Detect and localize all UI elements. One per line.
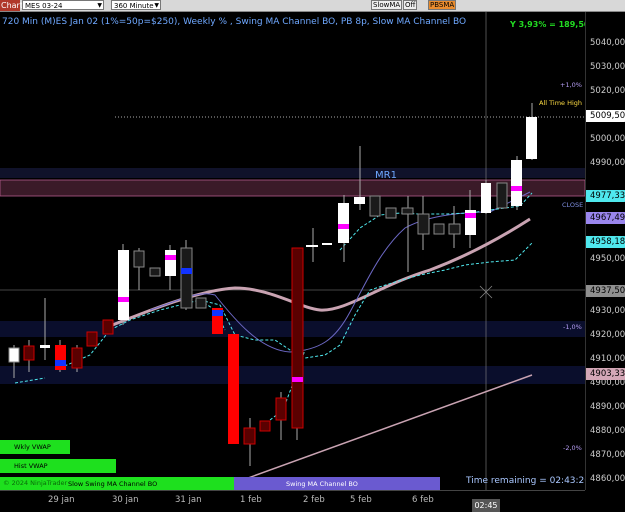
- price-tick: 5030,00: [590, 62, 625, 72]
- swing-legend: Swing MA Channel BO: [234, 477, 440, 491]
- date-tick: 6 feb: [412, 495, 434, 505]
- percent-readout: Y 3,93% = 189,50: [510, 20, 590, 29]
- minus1-label: -1,0%: [563, 323, 582, 331]
- mr1-label: MR1: [375, 170, 397, 181]
- swing-ma-tag: 4967,49: [586, 212, 625, 224]
- price-tick: 4880,00: [590, 426, 625, 436]
- price-tick: 4910,00: [590, 354, 625, 364]
- chart-menu-button[interactable]: Chart: [0, 0, 23, 11]
- crosshair-price-tag: 4937,50: [586, 285, 625, 297]
- date-tick: 2 feb: [303, 495, 325, 505]
- price-tick: 4890,00: [590, 402, 625, 412]
- price-tick: 4870,00: [590, 450, 625, 460]
- upper-channel-tag: 4977,33: [586, 190, 625, 202]
- slowma-button[interactable]: SlowMA: [371, 0, 403, 10]
- chevron-down-icon: ▼: [97, 2, 102, 9]
- price-tick: 5040,00: [590, 38, 625, 48]
- copyright-text: © 2024 NinjaTrader: [3, 479, 68, 487]
- instrument-value: MES 03-24: [25, 2, 63, 10]
- price-axis[interactable]: 5040,00 5030,00 5020,00 5000,00 4990,00 …: [585, 12, 625, 490]
- pbsma-button[interactable]: PBSMA: [428, 0, 457, 10]
- date-tick: 30 jan: [112, 495, 139, 505]
- instrument-select[interactable]: MES 03-24 ▼: [22, 0, 104, 10]
- crosshair-time-tag: 02:45: [472, 499, 500, 512]
- price-tick: 4950,00: [590, 254, 625, 264]
- trendline-tag: 4903,33: [586, 368, 625, 380]
- off-toggle[interactable]: Off: [403, 0, 418, 10]
- date-tick: 5 feb: [350, 495, 372, 505]
- date-tick: 31 jan: [175, 495, 202, 505]
- trendline: [214, 374, 533, 490]
- minus2-label: -2,0%: [563, 444, 582, 452]
- price-tick: 5000,00: [590, 134, 625, 144]
- wkly-vwap-legend: Wkly VWAP: [0, 440, 70, 454]
- price-chart[interactable]: [0, 12, 585, 490]
- time-remaining: Time remaining = 02:43:26: [466, 476, 591, 486]
- chart-toolbar: Chart MES 03-24 ▼ 360 Minute ▼ SlowMA Of…: [0, 0, 625, 12]
- ath-label: All Time High: [539, 99, 583, 107]
- chevron-down-icon: ▼: [154, 2, 159, 9]
- hist-vwap-legend: Hist VWAP: [0, 459, 116, 473]
- chart-title: 720 Min (M)ES Jan 02 (1%=50p=$250), Week…: [2, 17, 467, 27]
- date-tick: 29 jan: [48, 495, 75, 505]
- interval-value: 360 Minute: [114, 2, 154, 10]
- interval-select[interactable]: 360 Minute ▼: [111, 0, 161, 10]
- upper-band: [0, 168, 585, 178]
- lower-channel-tag: 4958,18: [586, 236, 625, 248]
- candlesticks: [8, 103, 537, 466]
- price-tick: 4860,00: [590, 474, 625, 484]
- price-tick: 4930,00: [590, 306, 625, 316]
- lower-channel-line: [14, 242, 533, 384]
- price-tick: 4990,00: [590, 158, 625, 168]
- price-tick: 5020,00: [590, 86, 625, 96]
- close-label: CLOSE: [562, 201, 584, 209]
- upper-channel-line: [199, 192, 533, 421]
- date-tick: 1 feb: [240, 495, 262, 505]
- plus1-label: +1,0%: [560, 81, 582, 89]
- price-tick: 4920,00: [590, 330, 625, 340]
- last-price-tag: 5009,50: [586, 110, 625, 122]
